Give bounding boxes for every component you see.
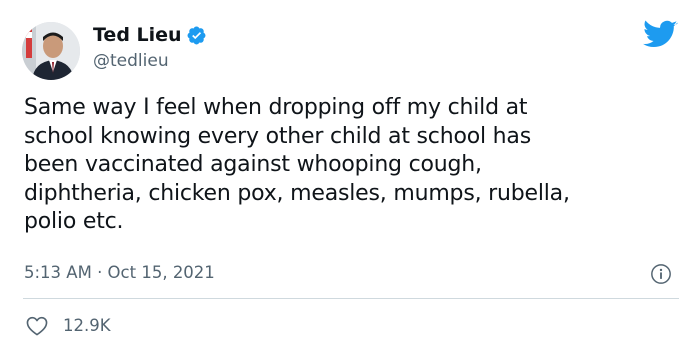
tweet-timestamp[interactable]: 5:13 AM · Oct 15, 2021: [24, 262, 215, 284]
divider: [23, 298, 679, 299]
tweet-body: Same way I feel when dropping off my chi…: [24, 94, 684, 237]
author-display-name[interactable]: Ted Lieu: [93, 23, 182, 47]
tweet-body-line: been vaccinated against whooping cough,: [24, 152, 482, 177]
verified-badge-icon: [186, 25, 207, 46]
twitter-bird-icon: [643, 20, 678, 50]
like-count[interactable]: 12.9K: [63, 315, 111, 337]
tweet-card: Ted Lieu @tedlieu Same way I feel when d…: [0, 0, 700, 353]
tweet-body-line: diphtheria, chicken pox, measles, mumps,…: [24, 180, 570, 206]
tweet-body-line: polio etc.: [24, 209, 124, 234]
info-icon[interactable]: [650, 263, 672, 285]
tweet-body-line: Same way I feel when dropping off my chi…: [24, 95, 528, 120]
avatar-image: [22, 22, 80, 80]
heart-icon[interactable]: [26, 316, 48, 336]
author-avatar[interactable]: [22, 22, 80, 80]
tweet-body-line: school knowing every other child at scho…: [24, 123, 531, 149]
author-handle[interactable]: @tedlieu: [93, 50, 169, 72]
